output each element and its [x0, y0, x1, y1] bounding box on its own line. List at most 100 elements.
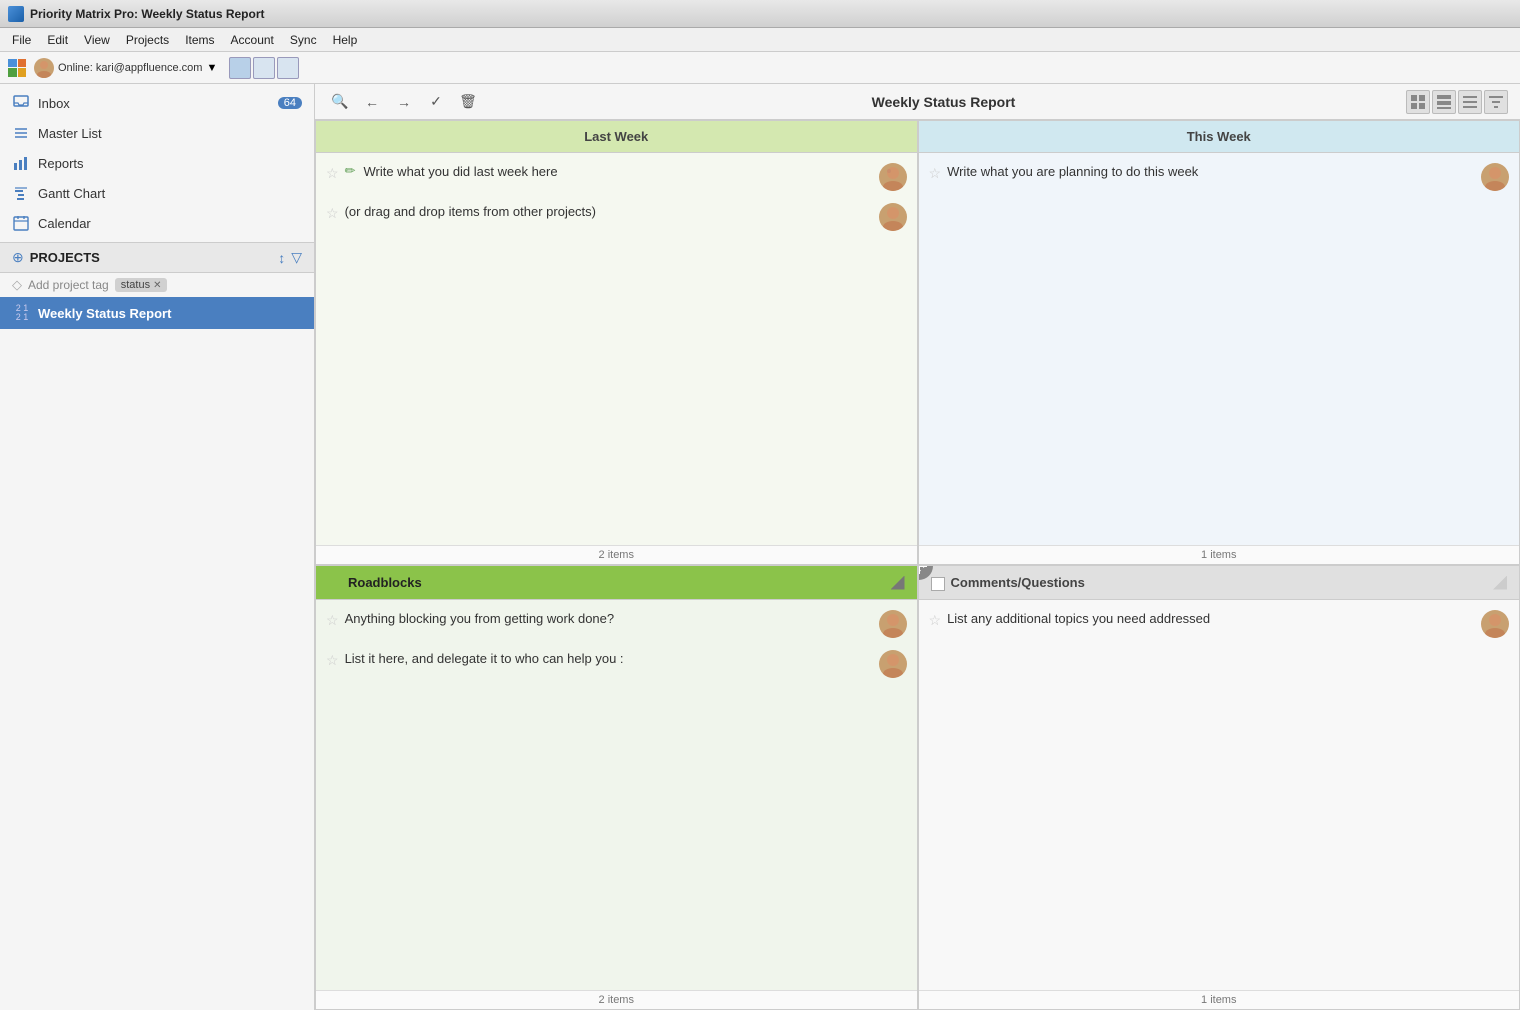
- sidebar-item-gantt[interactable]: Gantt Chart: [0, 178, 314, 208]
- quadrant-grid: Last Week ☆ ✏ Write what you did last we…: [315, 120, 1520, 1010]
- tag-icon: ◇: [12, 277, 22, 293]
- this-week-body: ☆ Write what you are planning to do this…: [919, 153, 1520, 545]
- layout-buttons: [229, 57, 299, 79]
- app-toolbar: Online: kari@appfluence.com ▼: [0, 52, 1520, 84]
- tag-row: ◇ Add project tag status ✕: [0, 273, 314, 297]
- back-button[interactable]: ←: [359, 89, 385, 115]
- avatar-5: [879, 650, 907, 678]
- comments-checkbox[interactable]: [931, 577, 945, 591]
- forward-button[interactable]: →: [391, 89, 417, 115]
- comments-footer: 1 items: [919, 990, 1520, 1009]
- status-tag[interactable]: status ✕: [115, 278, 168, 292]
- roadblocks-footer: 2 items: [316, 990, 917, 1009]
- sidebar-item-reports[interactable]: Reports: [0, 148, 314, 178]
- menu-help[interactable]: Help: [325, 31, 366, 49]
- roadblocks-header: Roadblocks: [316, 566, 917, 600]
- sidebar-item-inbox[interactable]: Inbox 64: [0, 88, 314, 118]
- layout-btn-1[interactable]: [229, 57, 251, 79]
- star-icon-6[interactable]: ☆: [929, 612, 942, 629]
- project-item-weekly-status[interactable]: 2 1 2 1 Weekly Status Report: [0, 297, 314, 329]
- master-list-icon: [12, 124, 30, 142]
- avatar-1: [879, 163, 907, 191]
- this-week-item-1[interactable]: ☆ Write what you are planning to do this…: [919, 157, 1520, 197]
- user-dropdown-arrow[interactable]: ▼: [206, 62, 217, 74]
- project-title: Weekly Status Report: [38, 306, 171, 321]
- layout-btn-2[interactable]: [253, 57, 275, 79]
- comments-task-1-text: List any additional topics you need addr…: [947, 610, 1475, 628]
- quadrant-this-week: This Week ☆ Write what you are planning …: [918, 120, 1520, 565]
- user-avatar: [34, 58, 54, 78]
- menu-sync[interactable]: Sync: [282, 31, 325, 49]
- tag-close-button[interactable]: ✕: [153, 280, 161, 291]
- master-list-label: Master List: [38, 126, 302, 141]
- sidebar-item-master-list[interactable]: Master List: [0, 118, 314, 148]
- online-status: Online: kari@appfluence.com: [58, 62, 202, 74]
- main-layout: Inbox 64 Master List Reports: [0, 84, 1520, 1010]
- inbox-label: Inbox: [38, 96, 270, 111]
- last-week-task-1-text: Write what you did last week here: [363, 163, 872, 181]
- layout-btn-3[interactable]: [277, 57, 299, 79]
- menu-account[interactable]: Account: [223, 31, 282, 49]
- menu-view[interactable]: View: [76, 31, 118, 49]
- star-icon-4[interactable]: ☆: [326, 612, 339, 629]
- roadblocks-task-1-text: Anything blocking you from getting work …: [345, 610, 873, 628]
- this-week-task-1-text: Write what you are planning to do this w…: [947, 163, 1475, 181]
- last-week-header: Last Week: [316, 121, 917, 153]
- menu-items[interactable]: Items: [177, 31, 222, 49]
- view-buttons: [1406, 90, 1508, 114]
- reports-icon: [12, 154, 30, 172]
- this-week-footer: 1 items: [919, 545, 1520, 564]
- delete-button[interactable]: 🗑: [455, 89, 481, 115]
- content-title: Weekly Status Report: [487, 94, 1400, 110]
- pencil-icon-1: ✏: [345, 163, 356, 179]
- last-week-task-2-text: (or drag and drop items from other proje…: [345, 203, 873, 221]
- menu-edit[interactable]: Edit: [39, 31, 76, 49]
- inbox-badge: 64: [278, 97, 302, 109]
- list-view-button-1[interactable]: [1432, 90, 1456, 114]
- star-icon-5[interactable]: ☆: [326, 652, 339, 669]
- resize-handle[interactable]: [891, 576, 905, 590]
- app-icon: [8, 6, 24, 22]
- avatar-6: [1481, 610, 1509, 638]
- gantt-label: Gantt Chart: [38, 186, 302, 201]
- projects-header: ⊕ PROJECTS ↕ ▽: [0, 242, 314, 273]
- zoom-in-button[interactable]: 🔍: [327, 89, 353, 115]
- menu-file[interactable]: File: [4, 31, 39, 49]
- menu-projects[interactable]: Projects: [118, 31, 177, 49]
- content-toolbar: 🔍 ← → ✓ 🗑 Weekly Status Report: [315, 84, 1520, 120]
- comments-header: Comments/Questions: [919, 566, 1520, 600]
- menu-bar: File Edit View Projects Items Account Sy…: [0, 28, 1520, 52]
- sidebar: Inbox 64 Master List Reports: [0, 84, 315, 1010]
- avatar-4: [879, 610, 907, 638]
- this-week-header: This Week: [919, 121, 1520, 153]
- last-week-item-2[interactable]: ☆ (or drag and drop items from other pro…: [316, 197, 917, 237]
- last-week-item-1[interactable]: ☆ ✏ Write what you did last week here: [316, 157, 917, 197]
- star-icon-2[interactable]: ☆: [326, 205, 339, 222]
- resize-handle-2[interactable]: [1493, 576, 1507, 590]
- grid-view-button[interactable]: [1406, 90, 1430, 114]
- list-view-button-2[interactable]: [1458, 90, 1482, 114]
- comments-body: ☆ List any additional topics you need ad…: [919, 600, 1520, 990]
- add-project-icon[interactable]: ⊕: [12, 249, 24, 266]
- filter-icon[interactable]: ▽: [291, 249, 302, 266]
- avatar-2: [879, 203, 907, 231]
- sort-icon[interactable]: ↕: [278, 250, 285, 266]
- sidebar-item-calendar[interactable]: Calendar: [0, 208, 314, 238]
- last-week-footer: 2 items: [316, 545, 917, 564]
- star-icon-3[interactable]: ☆: [929, 165, 942, 182]
- sidebar-nav: Inbox 64 Master List Reports: [0, 84, 314, 242]
- gantt-icon: [12, 184, 30, 202]
- title-bar: Priority Matrix Pro: Weekly Status Repor…: [0, 0, 1520, 28]
- quadrant-last-week: Last Week ☆ ✏ Write what you did last we…: [315, 120, 918, 565]
- roadblocks-item-1[interactable]: ☆ Anything blocking you from getting wor…: [316, 604, 917, 644]
- projects-label: PROJECTS: [30, 250, 272, 265]
- roadblocks-task-2-text: List it here, and delegate it to who can…: [345, 650, 873, 668]
- roadblocks-checkbox[interactable]: [328, 577, 342, 591]
- star-icon-1[interactable]: ☆: [326, 165, 339, 182]
- quadrant-roadblocks: Roadblocks ☆ Anything blocking you from …: [315, 565, 918, 1010]
- comments-item-1[interactable]: ☆ List any additional topics you need ad…: [919, 604, 1520, 644]
- check-button[interactable]: ✓: [423, 89, 449, 115]
- filter-view-button[interactable]: [1484, 90, 1508, 114]
- roadblocks-item-2[interactable]: ☆ List it here, and delegate it to who c…: [316, 644, 917, 684]
- quadrant-comments: Comments/Questions ☆ List any additional…: [918, 565, 1520, 1010]
